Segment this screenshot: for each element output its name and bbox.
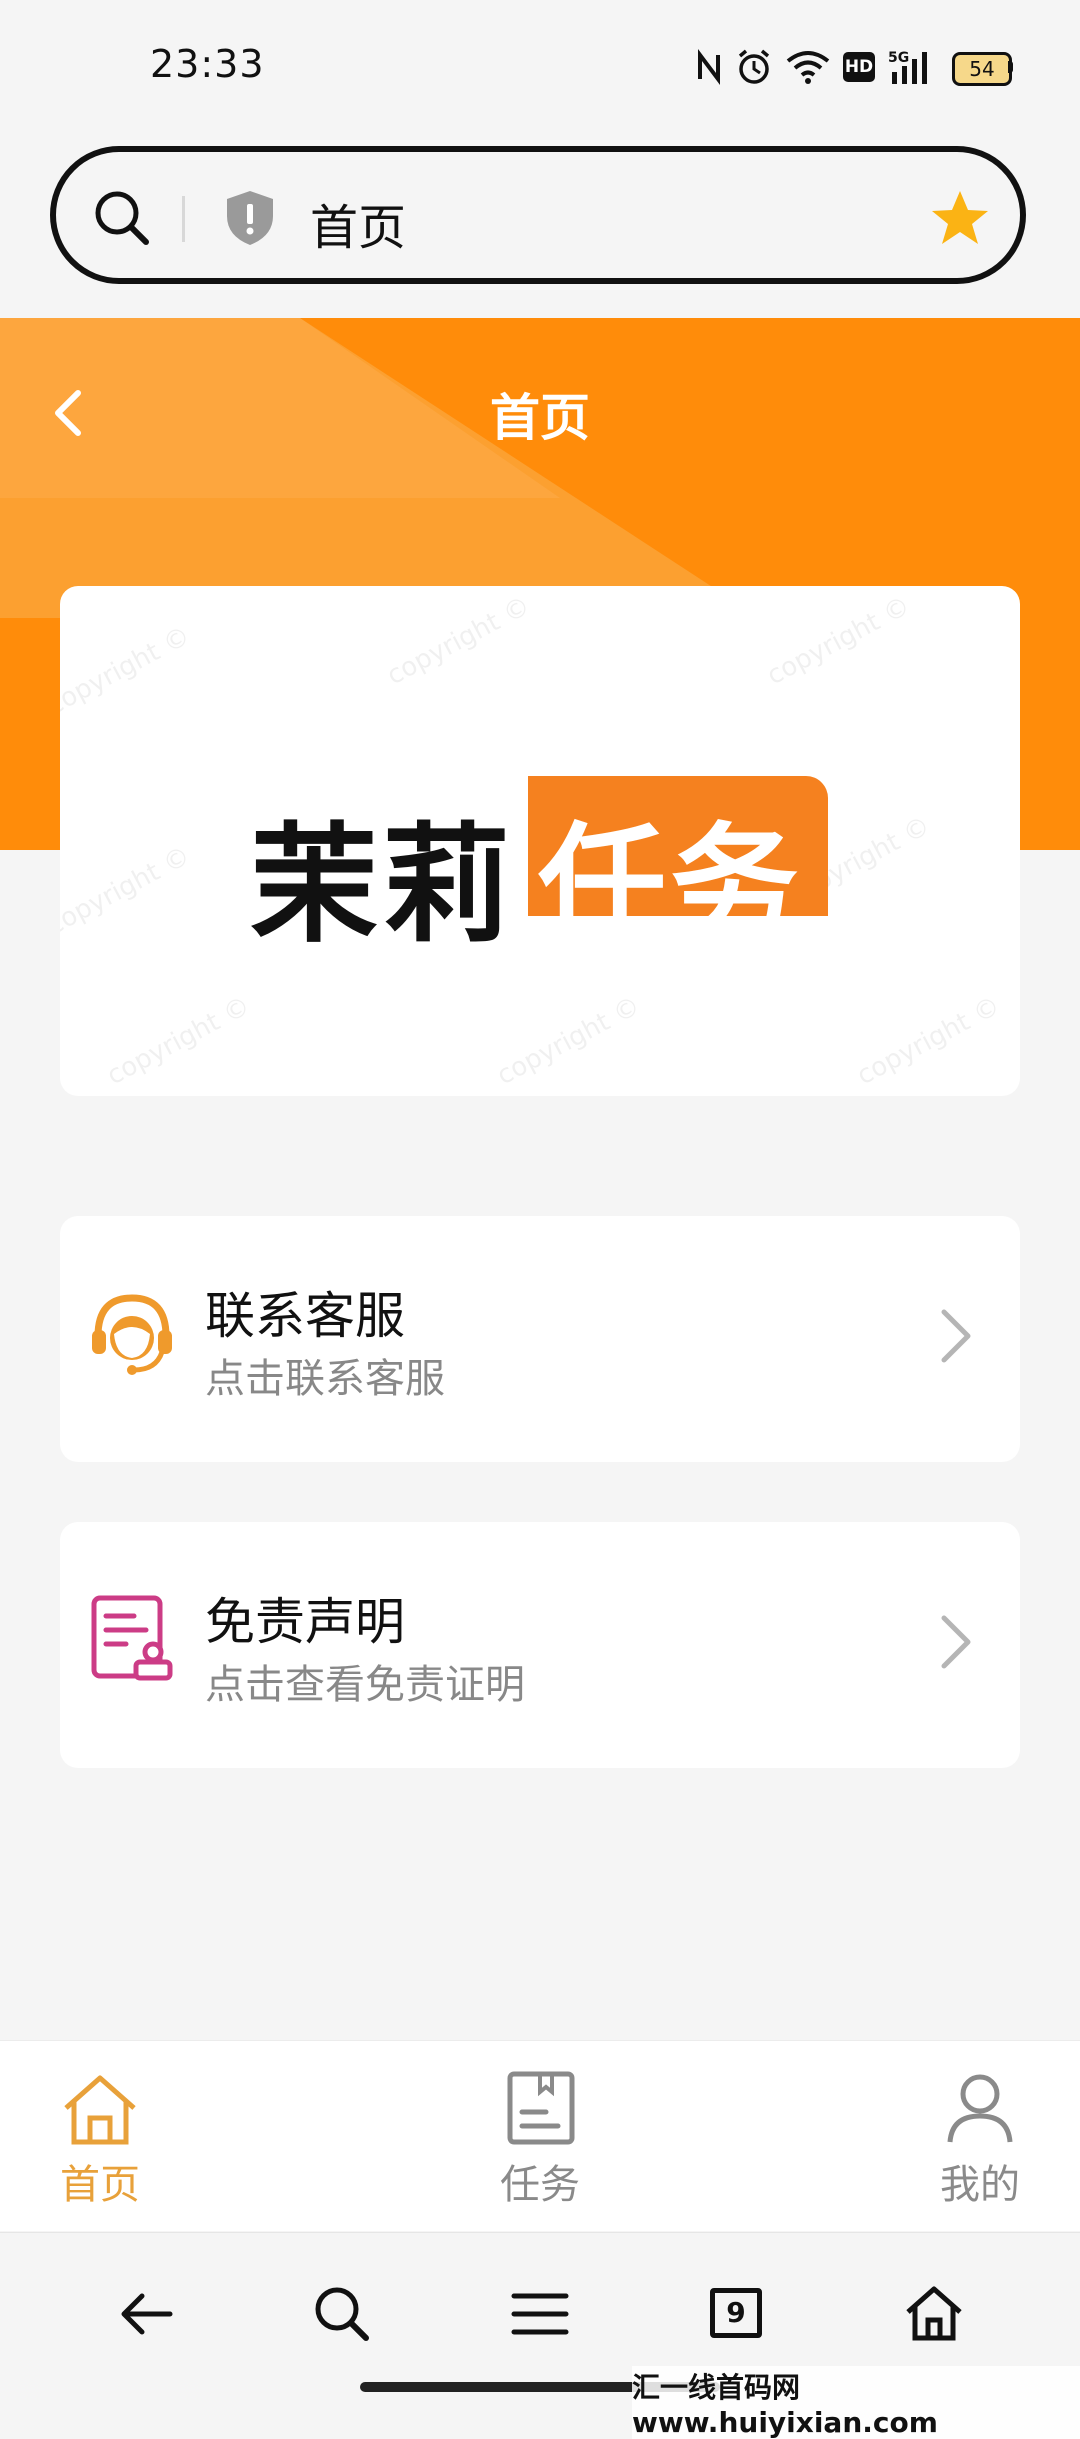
- logo-orange-text: 任务: [538, 811, 803, 960]
- tab-label: 首页: [60, 2162, 140, 2208]
- card-subtitle: 点击联系客服: [205, 1356, 445, 1402]
- tab-home[interactable]: 首页: [0, 2060, 200, 2220]
- card-subtitle: 点击查看免责证明: [205, 1662, 525, 1708]
- address-divider: [182, 196, 185, 242]
- logo-dark-text: 茉莉: [250, 811, 515, 960]
- tab-label: 任务: [500, 2162, 580, 2208]
- tab-task[interactable]: 任务: [440, 2060, 640, 2220]
- wifi-icon: [784, 46, 832, 88]
- home-icon: [60, 2070, 140, 2154]
- disclaimer-document-icon: [90, 1594, 174, 1688]
- home-icon[interactable]: [904, 2284, 964, 2346]
- search-icon[interactable]: [92, 188, 152, 252]
- card-title: 联系客服: [205, 1287, 405, 1345]
- status-time: 23:33: [150, 42, 265, 86]
- chevron-right-icon: [934, 1612, 978, 1676]
- banner-watermark: copyright ©: [492, 990, 646, 1092]
- banner-watermark: copyright ©: [60, 620, 196, 722]
- customer-service-icon: [88, 1290, 176, 1382]
- chevron-right-icon: [934, 1306, 978, 1370]
- battery-tip: [1008, 61, 1013, 73]
- security-shield-icon[interactable]: [222, 188, 278, 252]
- alarm-icon: [734, 46, 774, 88]
- banner-watermark: copyright ©: [852, 990, 1006, 1092]
- svg-text:5G: 5G: [888, 50, 909, 66]
- card-title: 免责声明: [205, 1593, 405, 1651]
- banner-card[interactable]: copyright © copyright © copyright © copy…: [60, 586, 1020, 1096]
- task-icon: [506, 2070, 576, 2150]
- banner-watermark: copyright ©: [382, 590, 536, 692]
- banner-watermark: copyright ©: [762, 590, 916, 692]
- profile-icon: [942, 2070, 1018, 2150]
- 5g-signal-icon: 5G: [888, 46, 940, 88]
- tab-label: 我的: [940, 2162, 1020, 2208]
- nfc-icon: [692, 46, 726, 88]
- banner-watermark: copyright ©: [60, 840, 196, 942]
- footer-watermark: 汇一线首码网 www.huiyixian.com: [632, 2366, 1080, 2439]
- bookmark-star-icon[interactable]: [928, 186, 992, 254]
- hd-icon: HD: [842, 46, 876, 88]
- address-bar[interactable]: [50, 146, 1026, 284]
- menu-icon[interactable]: [510, 2290, 570, 2342]
- disclaimer-card[interactable]: [60, 1522, 1020, 1768]
- page-title: 首页: [490, 389, 590, 447]
- tabs-count-button[interactable]: 9: [710, 2288, 762, 2338]
- back-arrow-icon[interactable]: [116, 2286, 176, 2346]
- search-icon[interactable]: [312, 2284, 372, 2348]
- tab-profile[interactable]: 我的: [880, 2060, 1080, 2220]
- battery-icon: 54: [952, 52, 1012, 86]
- contact-service-card[interactable]: [60, 1216, 1020, 1462]
- banner-watermark: copyright ©: [102, 990, 256, 1092]
- address-title[interactable]: 首页: [310, 188, 406, 258]
